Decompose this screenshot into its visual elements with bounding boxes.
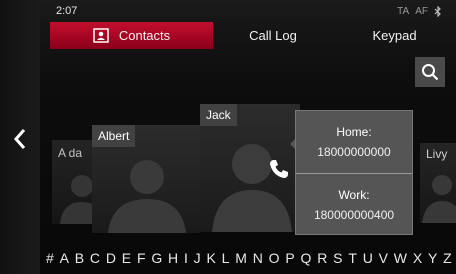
alpha-index-letter[interactable]: V <box>379 247 388 269</box>
alpha-index-letter[interactable]: M <box>235 247 247 269</box>
tab-keypad[interactable]: Keypad <box>333 22 456 49</box>
work-label: Work: <box>338 187 370 202</box>
chevron-left-icon <box>13 129 26 149</box>
alpha-index-letter[interactable]: H <box>168 247 178 269</box>
alpha-index-letter[interactable]: W <box>394 247 407 269</box>
contact-name: Jack <box>200 104 237 126</box>
ta-indicator: TA <box>397 6 410 17</box>
person-silhouette-icon <box>212 144 292 232</box>
contact-card-albert[interactable]: Albert <box>92 125 200 233</box>
alpha-index-letter[interactable]: K <box>206 247 215 269</box>
contacts-screen: 2:07 TA AF Contacts Call Log Keypad A da… <box>0 0 456 274</box>
main-panel: 2:07 TA AF Contacts Call Log Keypad A da… <box>40 0 456 274</box>
alpha-index-letter[interactable]: J <box>194 247 201 269</box>
contact-name: Albert <box>92 125 136 147</box>
alpha-index-letter[interactable]: O <box>269 247 280 269</box>
bluetooth-icon <box>434 6 441 17</box>
tab-keypad-label: Keypad <box>372 28 417 43</box>
alpha-index-letter[interactable]: T <box>348 247 357 269</box>
home-number-option[interactable]: Home: 18000000000 <box>296 111 412 173</box>
alpha-index-letter[interactable]: # <box>46 247 54 269</box>
home-number: 18000000000 <box>317 145 391 159</box>
af-indicator: AF <box>415 6 428 17</box>
alpha-index-letter[interactable]: B <box>75 247 84 269</box>
tab-call-log-label: Call Log <box>249 28 297 43</box>
alpha-index-letter[interactable]: F <box>137 247 146 269</box>
alpha-index-letter[interactable]: X <box>413 247 422 269</box>
alpha-index-letter[interactable]: P <box>285 247 294 269</box>
contact-name: A da <box>58 146 83 160</box>
search-icon <box>422 64 439 81</box>
work-number: 180000000400 <box>313 207 395 222</box>
alpha-index-letter[interactable]: E <box>122 247 131 269</box>
alpha-index-letter[interactable]: C <box>90 247 100 269</box>
phone-handset-icon[interactable] <box>268 158 290 180</box>
person-silhouette-icon <box>422 175 456 223</box>
tab-bar: Contacts Call Log Keypad <box>50 22 456 49</box>
alpha-index-letter[interactable]: Y <box>428 247 437 269</box>
back-button[interactable] <box>8 122 32 156</box>
alphabet-index-bar: # A B C D E F G H I J K L M N O P Q R S … <box>46 247 452 269</box>
alpha-index-letter[interactable]: G <box>151 247 162 269</box>
clock: 2:07 <box>56 5 78 17</box>
alpha-index-letter[interactable]: D <box>106 247 116 269</box>
alpha-index-letter[interactable]: U <box>363 247 373 269</box>
alpha-index-letter[interactable]: I <box>184 247 188 269</box>
contacts-card-icon <box>93 28 109 43</box>
left-nav-column <box>0 0 40 274</box>
work-number-option[interactable]: Work: 180000000400 <box>296 173 412 235</box>
alpha-index-letter[interactable]: R <box>317 247 327 269</box>
tab-call-log[interactable]: Call Log <box>213 22 333 49</box>
tab-contacts[interactable]: Contacts <box>50 22 213 49</box>
alpha-index-letter[interactable]: N <box>253 247 263 269</box>
search-button[interactable] <box>415 57 445 87</box>
alpha-index-letter[interactable]: Z <box>443 247 452 269</box>
contact-card-livy[interactable]: Livy <box>420 143 456 223</box>
status-bar: 2:07 TA AF <box>40 0 456 20</box>
contact-card-ada[interactable]: A da <box>52 140 97 224</box>
tab-contacts-label: Contacts <box>118 28 171 43</box>
phone-number-popup: Home: 18000000000 Work: 180000000400 <box>295 110 413 235</box>
alpha-index-letter[interactable]: S <box>333 247 342 269</box>
contact-name: Livy <box>426 147 448 161</box>
alpha-index-letter[interactable]: L <box>222 247 230 269</box>
person-silhouette-icon <box>108 160 186 233</box>
alpha-index-letter[interactable]: A <box>60 247 69 269</box>
status-indicators: TA AF <box>397 6 442 17</box>
alpha-index-letter[interactable]: Q <box>301 247 312 269</box>
home-label: Home: <box>336 125 372 139</box>
person-silhouette-icon <box>60 175 97 224</box>
